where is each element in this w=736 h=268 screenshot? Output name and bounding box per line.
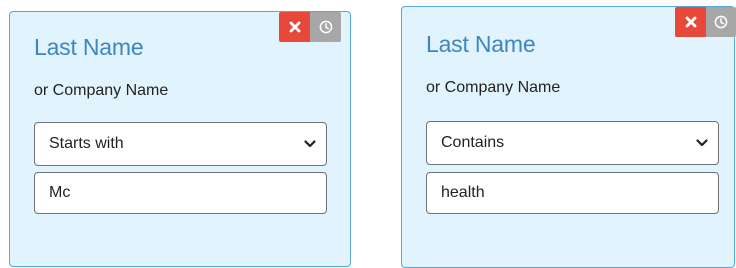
filter-history-button[interactable] [310,12,341,42]
filter-value-text: health [441,184,485,201]
filter-subtitle: or Company Name [34,82,169,99]
filter-card-last-name-2: Last Name or Company Name Contains healt… [401,6,736,268]
clock-icon [714,15,728,29]
operator-select[interactable]: Starts with [34,122,327,166]
chevron-down-icon [696,139,708,147]
remove-filter-button[interactable] [675,7,706,37]
close-icon [289,21,300,33]
operator-select-value: Contains [441,134,505,151]
filter-subtitle: or Company Name [426,79,561,96]
operator-select[interactable]: Contains [426,121,719,165]
filter-value-text: Mc [49,184,71,201]
remove-filter-button[interactable] [279,12,310,42]
close-icon [685,16,696,28]
filter-value-input[interactable]: health [426,172,719,214]
clock-icon [319,20,332,34]
chevron-down-icon [304,140,316,148]
filter-value-input[interactable]: Mc [34,172,327,214]
operator-select-value: Starts with [49,135,124,152]
filter-title: Last Name [426,31,536,57]
filter-title: Last Name [34,34,144,60]
filter-card-last-name-1: Last Name or Company Name Starts with Mc [9,11,351,267]
filter-history-button[interactable] [706,7,736,37]
